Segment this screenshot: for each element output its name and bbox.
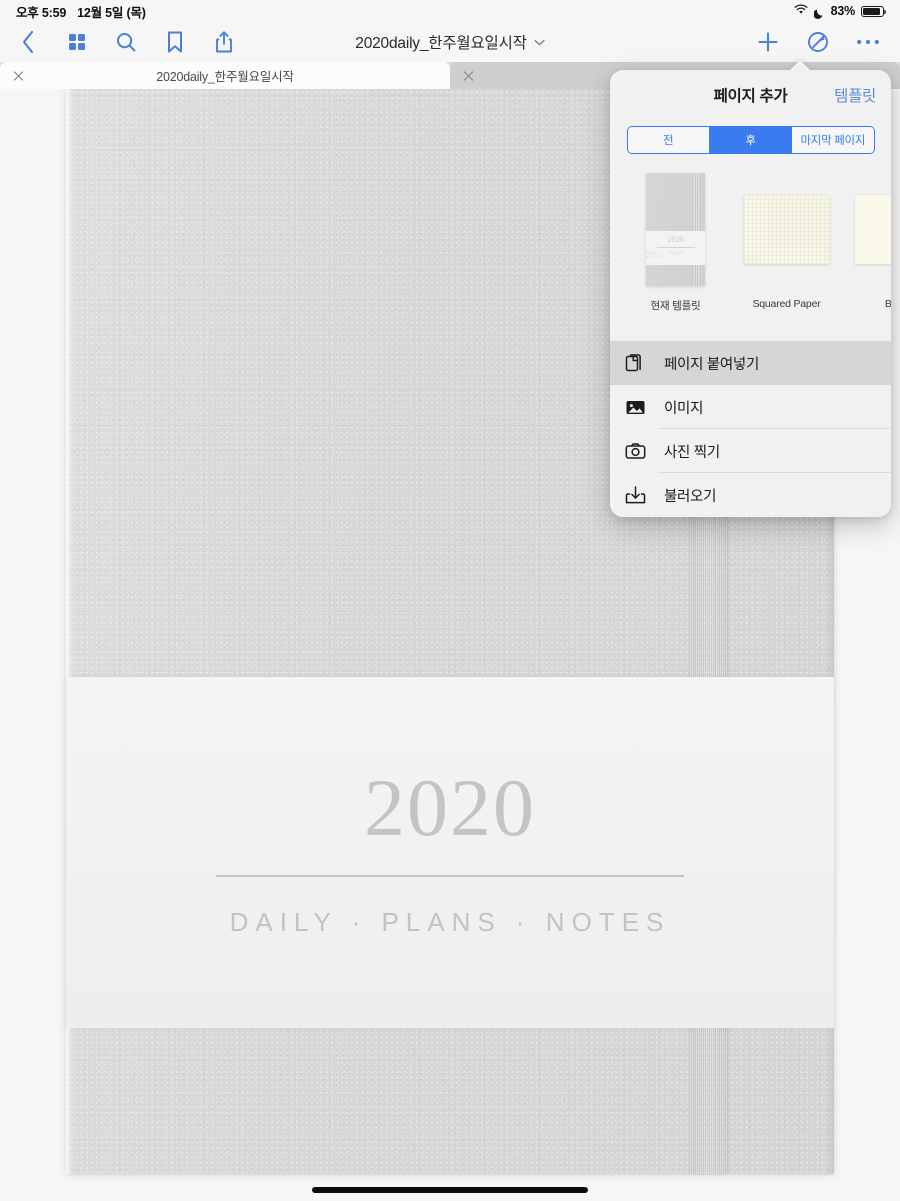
menu-item-import[interactable]: 불러오기 — [610, 473, 891, 517]
segment-before[interactable]: 전 — [628, 127, 710, 153]
segment-after[interactable]: 후 — [709, 127, 793, 153]
template-squared-paper[interactable]: Squared Paper — [731, 170, 842, 310]
segment-last-page[interactable]: 마지막 페이지 — [792, 127, 873, 153]
template-label: 현재 템플릿 — [650, 300, 701, 312]
cover-title-block: 2020 DAILY · PLANS · NOTES — [66, 677, 834, 1028]
pen-toggle-icon[interactable] — [804, 28, 832, 56]
page-title[interactable]: 2020daily_한주월요일시작 — [355, 31, 527, 53]
home-indicator[interactable] — [312, 1187, 588, 1193]
template-thumb-box — [743, 170, 830, 288]
tab-label: 2020daily_한주월요일시작 — [156, 70, 294, 84]
moon-icon — [812, 6, 825, 19]
mini-cover-subtitle: DAILY · PLANS · NOTES — [646, 251, 689, 259]
add-page-popover: 페이지 추가 템플릿 전 후 마지막 페이지 2020 DAILY · PLAN… — [610, 70, 891, 517]
back-icon[interactable] — [14, 28, 42, 56]
menu-item-label: 이미지 — [664, 400, 704, 417]
more-options-icon[interactable] — [854, 28, 882, 56]
template-carousel[interactable]: 2020 DAILY · PLANS · NOTES 현재 템플릿 Square… — [610, 170, 891, 325]
image-icon — [624, 396, 647, 419]
add-page-icon[interactable] — [754, 28, 782, 56]
menu-item-paste-page[interactable]: 페이지 붙여넣기 — [610, 341, 891, 385]
ipad-screen: 오후 5:59 12월 5일 (목) 83% 2020daily_한주월요일시작… — [0, 0, 900, 1201]
close-icon[interactable] — [12, 69, 25, 82]
wifi-icon — [794, 2, 808, 20]
popover-arrow — [789, 60, 811, 71]
template-label: Blank — [884, 298, 891, 310]
status-bar: 오후 5:59 12월 5일 (목) 83% — [0, 0, 900, 22]
template-thumb-box — [854, 170, 891, 288]
status-time: 오후 5:59 — [16, 5, 67, 20]
status-date: 12월 5일 (목) — [77, 5, 146, 20]
battery-icon — [861, 5, 887, 17]
mini-cover-year: 2020 — [667, 235, 684, 244]
bookmark-icon[interactable] — [161, 28, 189, 56]
menu-item-label: 불러오기 — [664, 488, 717, 505]
chevron-down-icon[interactable] — [534, 39, 545, 46]
blank-paper-thumbnail — [854, 194, 891, 264]
template-current[interactable]: 2020 DAILY · PLANS · NOTES 현재 템플릿 — [620, 170, 731, 313]
app-toolbar: 2020daily_한주월요일시작 — [0, 22, 900, 62]
toolbar-left-group — [0, 28, 238, 56]
search-icon[interactable] — [112, 28, 140, 56]
status-bar-left: 오후 5:59 12월 5일 (목) — [16, 2, 146, 21]
popover-title: 페이지 추가 — [713, 88, 788, 105]
close-icon[interactable] — [462, 69, 475, 82]
popover-header: 페이지 추가 템플릿 — [610, 70, 891, 120]
share-icon[interactable] — [210, 28, 238, 56]
popover-menu: 페이지 붙여넣기 이미지 사진 찍기 불러오기 — [610, 341, 891, 517]
status-bar-right: 83% — [794, 2, 887, 20]
grid-thumbnails-icon[interactable] — [63, 28, 91, 56]
import-icon — [624, 484, 647, 507]
insert-position-segmented-control[interactable]: 전 후 마지막 페이지 — [626, 126, 875, 154]
toolbar-right-group — [754, 28, 900, 56]
tab-document-1[interactable]: 2020daily_한주월요일시작 — [0, 62, 450, 89]
camera-icon — [624, 440, 647, 463]
template-blank[interactable]: Blank — [842, 170, 891, 310]
menu-item-image[interactable]: 이미지 — [610, 385, 891, 429]
template-thumb-box: 2020 DAILY · PLANS · NOTES — [646, 170, 705, 288]
menu-item-label: 페이지 붙여넣기 — [664, 356, 760, 373]
cover-subtitle: DAILY · PLANS · NOTES — [229, 907, 671, 937]
menu-item-label: 사진 찍기 — [664, 444, 720, 461]
paste-page-icon — [624, 352, 647, 375]
mini-cover-divider — [656, 247, 695, 248]
menu-item-take-photo[interactable]: 사진 찍기 — [610, 429, 891, 473]
template-link[interactable]: 템플릿 — [834, 84, 876, 106]
template-label: Squared Paper — [752, 298, 821, 310]
mini-cover-label: 2020 DAILY · PLANS · NOTES — [646, 230, 705, 265]
battery-percent: 83% — [830, 4, 856, 18]
cover-year: 2020 — [364, 762, 536, 853]
squared-paper-thumbnail — [743, 194, 830, 264]
mini-elastic-band — [694, 172, 699, 286]
cover-divider — [216, 875, 684, 877]
current-template-thumbnail: 2020 DAILY · PLANS · NOTES — [646, 172, 705, 286]
